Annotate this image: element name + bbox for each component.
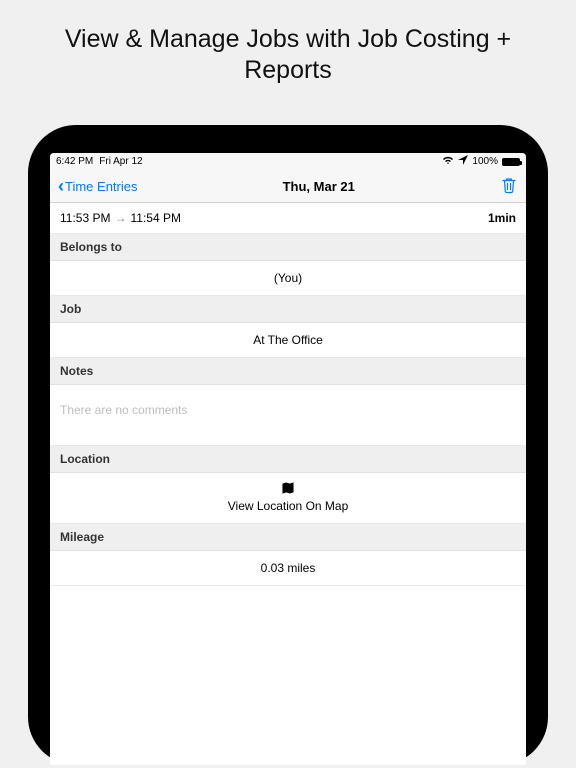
view-location-button[interactable]: View Location On Map <box>50 473 526 524</box>
empty-space <box>50 586 526 765</box>
section-header-notes: Notes <box>50 358 526 385</box>
promo-heading: View & Manage Jobs with Job Costing + Re… <box>0 0 576 107</box>
delete-button[interactable] <box>500 176 518 197</box>
start-time: 11:53 PM <box>60 211 110 225</box>
battery-percent: 100% <box>472 156 498 167</box>
status-time: 6:42 PM <box>56 156 93 167</box>
view-location-label: View Location On Map <box>228 499 349 513</box>
back-button[interactable]: ‹ Time Entries <box>58 177 137 195</box>
page-title: Thu, Mar 21 <box>283 179 355 194</box>
status-bar: 6:42 PM Fri Apr 12 100% <box>50 153 526 171</box>
section-header-job: Job <box>50 296 526 323</box>
battery-icon <box>502 158 520 166</box>
time-entry-row[interactable]: 11:53 PM → 11:54 PM 1min <box>50 203 526 234</box>
belongs-to-value[interactable]: (You) <box>50 261 526 296</box>
trash-icon <box>500 176 518 194</box>
location-arrow-icon <box>458 155 468 168</box>
section-header-location: Location <box>50 446 526 473</box>
device-frame: 6:42 PM Fri Apr 12 100% ‹ Time Entries T… <box>28 125 548 765</box>
job-value[interactable]: At The Office <box>50 323 526 358</box>
chevron-left-icon: ‹ <box>58 177 64 195</box>
section-header-mileage: Mileage <box>50 524 526 551</box>
end-time: 11:54 PM <box>130 211 180 225</box>
wifi-icon <box>442 155 454 168</box>
mileage-value: 0.03 miles <box>50 551 526 586</box>
nav-bar: ‹ Time Entries Thu, Mar 21 <box>50 171 526 203</box>
back-label: Time Entries <box>65 179 137 194</box>
duration-value: 1min <box>488 211 516 225</box>
map-icon <box>281 481 295 495</box>
section-header-belongs-to: Belongs to <box>50 234 526 261</box>
status-date: Fri Apr 12 <box>99 156 142 167</box>
arrow-right-icon: → <box>114 211 126 225</box>
notes-field[interactable]: There are no comments <box>50 385 526 446</box>
app-screen: 6:42 PM Fri Apr 12 100% ‹ Time Entries T… <box>50 153 526 765</box>
